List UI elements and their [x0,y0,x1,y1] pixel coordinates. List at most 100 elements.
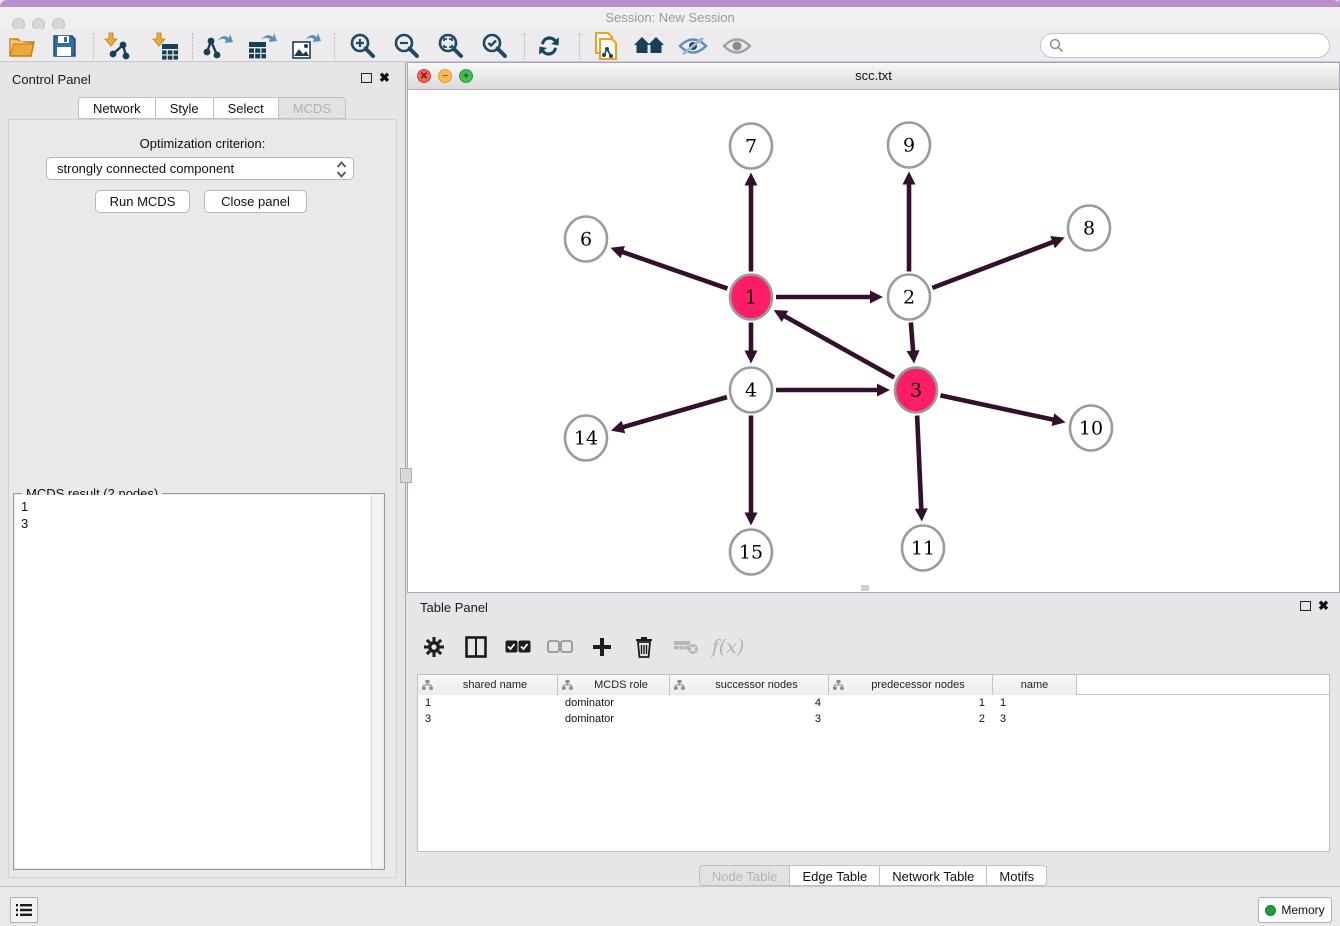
float-table-panel-icon[interactable] [1300,601,1311,611]
graph-node-2[interactable]: 2 [888,275,930,320]
cell-MCDS-role[interactable]: dominator [558,695,670,711]
zoom-fit-icon[interactable] [433,32,467,60]
table-row[interactable]: 3dominator323 [418,711,1329,727]
zoom-selected-icon[interactable] [477,32,511,60]
graph-node-4[interactable]: 4 [730,368,772,413]
graph-node-15[interactable]: 15 [730,530,772,575]
mcds-panel: Optimization criterion: strongly connect… [8,119,397,878]
graph-node-7[interactable]: 7 [730,124,772,169]
arrowhead-4-15 [745,513,758,526]
table-toolbar: f(x) [420,629,742,665]
column-layout-icon[interactable] [462,633,490,661]
toolbar-separator [334,33,335,59]
arrowhead-4-14 [611,421,625,433]
tab-edge-table[interactable]: Edge Table [789,865,879,886]
table-tabs: Node TableEdge TableNetwork TableMotifs [406,865,1340,886]
edge-1-6[interactable] [621,251,728,288]
task-history-button[interactable] [10,897,38,923]
tab-select[interactable]: Select [213,97,278,119]
graph-node-6[interactable]: 6 [565,217,607,262]
search-field[interactable] [1040,33,1330,58]
network-window-titlebar[interactable]: ✕ − + scc.txt [408,63,1339,90]
edge-3-11[interactable] [917,415,921,510]
clone-network-icon[interactable] [588,32,622,60]
column-header-MCDS-role[interactable]: MCDS role [558,675,670,695]
select-all-checkboxes-icon[interactable] [504,633,532,661]
column-header-name[interactable]: name [993,675,1077,695]
graph-node-8[interactable]: 8 [1068,206,1110,251]
svg-text:6: 6 [580,229,592,251]
network-resize-handle[interactable] [861,585,869,591]
mcds-result-text[interactable]: 1 3 [15,495,371,868]
zoom-in-icon[interactable] [345,32,379,60]
cell-MCDS-role[interactable]: dominator [558,711,670,727]
node-table[interactable]: shared nameMCDS rolesuccessor nodesprede… [417,674,1330,852]
graph-node-14[interactable]: 14 [565,416,607,461]
tab-mcds[interactable]: MCDS [278,97,346,119]
tab-network-table[interactable]: Network Table [879,865,986,886]
cell-name[interactable]: 1 [993,695,1077,711]
table-panel-title: Table Panel [420,600,488,615]
column-header-successor-nodes[interactable]: successor nodes [670,675,829,695]
column-header-predecessor-nodes[interactable]: predecessor nodes [829,675,993,695]
tab-motifs[interactable]: Motifs [986,865,1047,886]
home-layout-icon[interactable] [632,32,666,60]
optimization-criterion-dropdown[interactable]: strongly connected component [46,157,354,180]
graph-node-3[interactable]: 3 [895,368,937,413]
edge-3-1[interactable] [783,315,894,377]
settings-gear-icon[interactable] [420,633,448,661]
graph-node-11[interactable]: 11 [902,526,944,571]
edge-2-8[interactable] [932,241,1054,287]
result-scrollbar[interactable] [371,495,383,868]
edge-4-14[interactable] [622,397,727,427]
window-titlebar[interactable]: Session: New Session [0,7,1340,29]
memory-button[interactable]: Memory [1258,897,1332,923]
cell-predecessor-nodes[interactable]: 1 [829,695,993,711]
close-table-panel-icon[interactable]: ✖ [1318,600,1329,611]
graph-node-9[interactable]: 9 [888,123,930,168]
delete-row-icon[interactable] [630,633,658,661]
close-panel-icon[interactable]: ✖ [379,72,390,83]
hide-selected-eye-icon[interactable] [676,32,710,60]
tab-network[interactable]: Network [78,97,155,119]
import-table-icon[interactable] [148,32,182,60]
save-session-icon[interactable] [47,32,81,60]
network-window-title: scc.txt [408,68,1339,83]
edge-3-10[interactable] [940,395,1054,420]
app-window: Session: New Session [0,0,1340,926]
desktop-edge [0,0,1340,7]
cell-successor-nodes[interactable]: 3 [670,711,829,727]
cell-successor-nodes[interactable]: 4 [670,695,829,711]
edge-2-3[interactable] [911,322,913,352]
tab-node-table[interactable]: Node Table [699,865,790,886]
search-input[interactable] [1064,39,1314,53]
svg-text:9: 9 [903,135,915,157]
table-row[interactable]: 1dominator411 [418,695,1329,711]
close-panel-button[interactable]: Close panel [204,190,307,213]
export-image-icon[interactable] [289,32,323,60]
export-table-icon[interactable] [245,32,279,60]
graph-node-1[interactable]: 1 [730,275,772,320]
toolbar-separator [524,33,525,59]
network-graph-canvas[interactable]: 7 9 6 8 1 2 4 3 14 10 15 11 [408,90,1339,592]
refresh-view-icon[interactable] [532,32,566,60]
cell-shared-name[interactable]: 3 [418,711,558,727]
float-panel-icon[interactable] [361,73,372,83]
run-mcds-button[interactable]: Run MCDS [95,190,190,213]
cell-name[interactable]: 3 [993,711,1077,727]
arrowhead-4-3 [877,384,890,397]
cell-predecessor-nodes[interactable]: 2 [829,711,993,727]
column-header-shared-name[interactable]: shared name [418,675,558,695]
import-network-icon[interactable] [100,32,134,60]
export-network-icon[interactable] [201,32,235,60]
zoom-out-icon[interactable] [389,32,423,60]
graph-node-10[interactable]: 10 [1070,406,1112,451]
deselect-checkboxes-icon[interactable] [546,633,574,661]
tab-style[interactable]: Style [155,97,213,119]
cell-shared-name[interactable]: 1 [418,695,558,711]
svg-text:2: 2 [903,287,915,309]
show-all-eye-icon[interactable] [720,32,754,60]
add-row-icon[interactable] [588,633,616,661]
panel-splitter-handle[interactable] [400,468,412,483]
open-session-icon[interactable] [5,32,39,60]
